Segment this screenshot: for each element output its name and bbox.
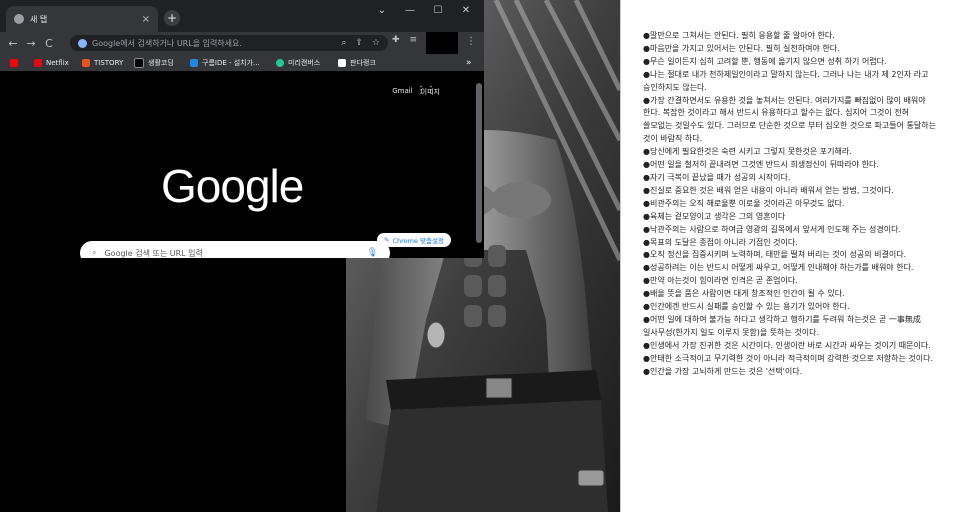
forward-button[interactable]: → xyxy=(22,37,40,50)
bookmarks-bar: Netflix TISTORY 생활코딩 구름IDE - 설치가... 미리캔버… xyxy=(0,54,484,72)
tab-search-icon[interactable]: ⌄ xyxy=(368,0,396,22)
quote-line: ●인간을 가장 고뇌하게 만드는 것은 '선택'이다. xyxy=(643,366,803,376)
quote-line: ●어떤 일을 철저히 끝내려면 그것엔 반드시 희생정신이 뒤따라야 한다. xyxy=(643,160,879,170)
more-menu-icon[interactable]: ⋮ xyxy=(466,36,476,47)
quote-line: ●마음만을 가지고 있어서는 안된다. 필히 실천하여야 한다. xyxy=(643,43,840,53)
quote-line: ●자기 극복이 끝났을 때가 성공의 시작이다. xyxy=(643,172,791,182)
quote-line: ●진실로 중요한 것은 배워 얻은 내용이 아니라 배워서 얻는 방법, 그것이… xyxy=(643,185,894,195)
close-window-button[interactable]: ✕ xyxy=(452,0,480,22)
quote-line: ●당신에게 필요한것은 숙련 시키고 그렇지 못한것은 포기해라. xyxy=(643,147,852,157)
quote-line: ●오직 정신을 집중시키며 노력하며, 태만을 떨쳐 버리는 것이 성공의 비결… xyxy=(643,250,907,260)
quote-line: ●말만으로 그쳐서는 안된다. 필히 응용할 줄 알아야 한다. xyxy=(643,31,835,40)
google-icon xyxy=(78,38,87,48)
gmail-link[interactable]: Gmail xyxy=(392,87,412,97)
scrollbar[interactable] xyxy=(476,71,482,258)
quote-line: ●목표의 도달은 종점이 아니라 기점인 것이다. xyxy=(643,237,798,247)
goorm-icon xyxy=(190,58,198,67)
quote-line: ●인간에겐 반드시 실패를 승인할 수 있는 용기가 있어야 한다. xyxy=(643,302,850,312)
bookmark-goorm[interactable]: 구름IDE - 설치가... xyxy=(190,56,260,69)
new-tab-page: Gmail 이미지 ⋮⋮ Google ✎ Chrome 맞춤설정 ⌕ Goog… xyxy=(0,71,484,258)
bookmark-label: 구름IDE - 설치가... xyxy=(202,58,260,67)
bookmark-label: 생활코딩 xyxy=(148,58,174,67)
bookmark-label: 판다랭크 xyxy=(350,58,376,67)
quote-line: ●어떤 일에 대하여 불가능 하다고 생각하고 행하기를 두려워 하는것은 곧 … xyxy=(643,314,921,324)
pandarank-icon xyxy=(338,58,346,67)
browser-window: 새 탭 × + ⌄ — ☐ ✕ ← → C Google에서 검색하거나 URL… xyxy=(0,0,484,258)
microphone-icon[interactable]: 🎙 xyxy=(367,248,378,258)
tab-close-icon[interactable]: × xyxy=(142,14,150,25)
bookmark-star-icon[interactable]: ☆ xyxy=(372,38,380,48)
toolbar: ← → C Google에서 검색하거나 URL을 입력하세요. ⌕ ⇪ ☆ ✚… xyxy=(0,32,484,54)
quote-line: ●무슨 일이든지 심히 고려할 뿐, 행동에 옮기지 않으면 성취 하기 어렵다… xyxy=(643,56,887,66)
quote-line: ●낙관주의는 사람으로 하여금 영광의 길목에서 앞서게 인도해 주는 성경이다… xyxy=(643,224,902,234)
quote-line: ●비관주의는 오직 해로울뿐 이로울 것이라곤 아무것도 없다. xyxy=(643,198,845,208)
profile-avatar[interactable] xyxy=(426,32,458,54)
quote-line: ●육체는 겉모양이고 생각은 그의 영혼이다 xyxy=(643,211,786,221)
tab-new-tab[interactable]: 새 탭 × xyxy=(6,6,158,32)
quote-line: ●만약 아는것이 힘이라면 인격은 곧 존엄이다. xyxy=(643,276,798,286)
quote-line: ●가장 간결하면서도 유용한 것을 놓쳐서는 안된다. 여러가지를 빠짐없이 많… xyxy=(643,95,926,118)
back-button[interactable]: ← xyxy=(4,37,22,50)
bookmark-miricanvas[interactable]: 미리캔버스 xyxy=(276,56,320,69)
tab-bar: 새 탭 × + ⌄ — ☐ ✕ xyxy=(0,0,484,32)
zoom-icon[interactable]: ⌕ xyxy=(341,38,346,48)
customize-chrome-button[interactable]: ✎ Chrome 맞춤설정 xyxy=(377,233,451,247)
bookmark-tistory[interactable]: TISTORY xyxy=(82,56,123,69)
quote-line: 일사무성(한가지 일도 이루지 못함)을 뜻하는 것이다. xyxy=(643,327,820,337)
minimize-button[interactable]: — xyxy=(396,0,424,22)
bookmark-label: 미리캔버스 xyxy=(288,58,321,67)
quote-line: ●성공하려는 이는 반드시 어떻게 싸우고, 어떻게 인내해야 하는가를 배워야… xyxy=(643,263,914,273)
search-box[interactable]: ⌕ Google 검색 또는 URL 입력 🎙 xyxy=(80,241,390,258)
google-logo: Google xyxy=(161,160,304,212)
new-tab-button[interactable]: + xyxy=(164,10,180,26)
reading-list-icon[interactable]: ≡ xyxy=(410,35,418,45)
search-placeholder: Google 검색 또는 URL 입력 xyxy=(104,248,203,258)
bookmark-pandarank[interactable]: 판다랭크 xyxy=(338,56,376,69)
bookmark-label: Netflix xyxy=(46,58,69,67)
quote-line: 쓸모없는 것일수도 있다. 그러므로 단순한 것으로 부터 심오한 것으로 파고… xyxy=(643,121,936,144)
quotes-panel: ●말만으로 그쳐서는 안된다. 필히 응용할 줄 알아야 한다. ●마음만을 가지… xyxy=(620,0,962,512)
address-placeholder: Google에서 검색하거나 URL을 입력하세요. xyxy=(92,38,242,48)
extension-icon[interactable]: ✚ xyxy=(392,35,400,45)
bookmark-netflix[interactable]: Netflix xyxy=(34,56,69,69)
reload-button[interactable]: C xyxy=(40,37,58,50)
bookmark-opentutorials[interactable]: 생활코딩 xyxy=(134,56,174,69)
quote-line: ●안태한 소극적이고 무기력한 것이 아니라 적극적이며 강력한 것으로 저항하… xyxy=(643,353,934,363)
share-icon[interactable]: ⇪ xyxy=(355,38,363,48)
quote-line: ●배울 뜻을 품은 사람이면 대게 창조적인 인간이 될 수 있다. xyxy=(643,289,845,299)
tab-title: 새 탭 xyxy=(30,14,48,24)
search-icon: ⌕ xyxy=(92,248,97,257)
scrollbar-thumb[interactable] xyxy=(476,83,482,243)
bookmarks-overflow-icon[interactable]: » xyxy=(466,56,472,69)
apps-grid-icon[interactable]: ⋮⋮ xyxy=(416,85,436,96)
tistory-icon xyxy=(82,58,90,67)
address-bar[interactable]: Google에서 검색하거나 URL을 입력하세요. ⌕ ⇪ ☆ xyxy=(70,35,388,51)
chrome-icon xyxy=(14,14,24,24)
quote-line: ●인생에서 가장 진귀한 것은 시간이다. 인생이란 바로 시간과 싸우는 것이… xyxy=(643,340,931,350)
youtube-icon xyxy=(10,58,18,67)
maximize-button[interactable]: ☐ xyxy=(424,0,452,22)
quote-line: ●나는 절대로 내가 천하제일인이라고 말하지 않는다. 그러나 나는 내가 제… xyxy=(643,69,929,92)
miricanvas-icon xyxy=(276,58,284,67)
bookmark-label: TISTORY xyxy=(94,58,124,67)
netflix-icon xyxy=(34,58,42,67)
customize-label: Chrome 맞춤설정 xyxy=(392,237,444,245)
bookmark-youtube[interactable] xyxy=(10,56,22,69)
opentutorials-icon xyxy=(134,57,144,68)
